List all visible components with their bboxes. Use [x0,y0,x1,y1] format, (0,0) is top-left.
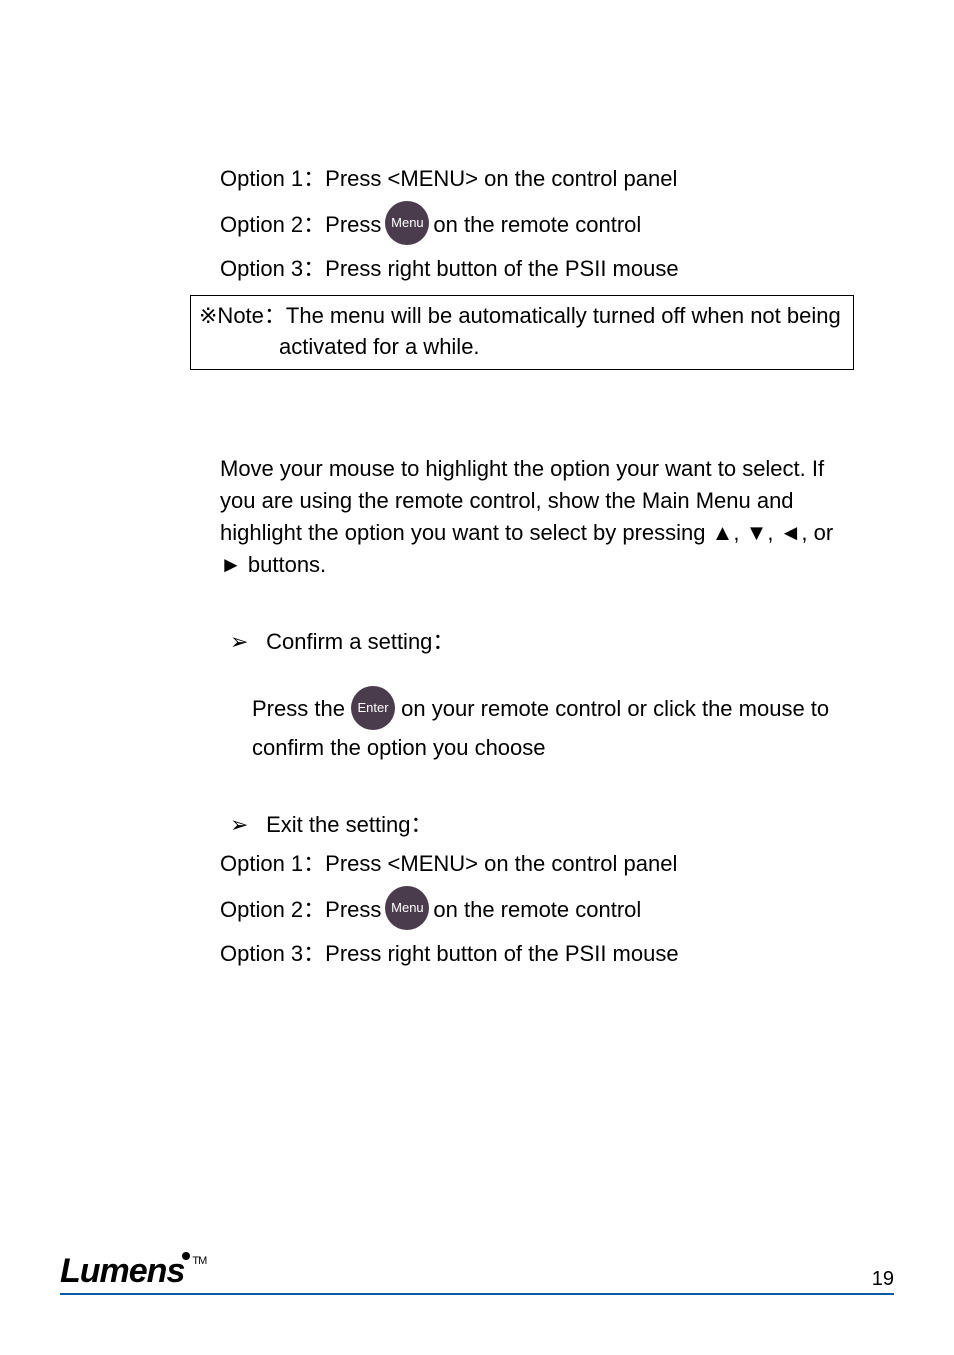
section-a-title: Show the Main Menu： [220,120,894,155]
note-line-1: ※Note：The menu will be automatically tur… [199,303,841,328]
logo-tm: TM [192,1255,206,1267]
lumens-logo: Lumens TM [60,1252,206,1291]
bullet-outline-icon: ➢ [230,626,260,658]
section-b-title: Make a selection in the Main Menu： [220,410,894,445]
option-1-a: Option 1：Press <MENU> on the control pan… [220,163,894,195]
exit-label: Exit the setting： [266,812,432,837]
logo-dot-icon [182,1252,190,1260]
exit-option-2-line: Option 2：Press Menu on the remote contro… [220,888,894,932]
section-b-para: Move your mouse to highlight the option … [220,453,854,581]
exit-bullet: ➢ Exit the setting： [230,809,894,841]
note-box: ※Note：The menu will be automatically tur… [190,295,854,371]
note-line-2: activated for a while. [279,331,845,363]
enter-button-icon: Enter [351,686,395,730]
exit-option-1: Option 1：Press <MENU> on the control pan… [220,848,894,880]
confirm-text: Press the Enter on your remote control o… [252,688,854,764]
confirm-text-a: Press the [252,695,351,720]
menu-button-icon: Menu [385,201,429,245]
page-footer: Lumens TM 19 [60,1252,894,1295]
exit-option-2-post: on the remote control [433,894,641,926]
menu-button-icon: Menu [385,886,429,930]
option-2-a-pre: Option 2：Press [220,209,381,241]
option-2-a-post: on the remote control [433,209,641,241]
logo-text: Lumens [60,1252,184,1290]
option-3-a: Option 3：Press right button of the PSII … [220,253,894,285]
option-2-a-line: Option 2：Press Menu on the remote contro… [220,203,894,247]
bullet-outline-icon: ➢ [230,809,260,841]
page-content: Show the Main Menu： Option 1：Press <MENU… [0,0,954,970]
confirm-bullet: ➢ Confirm a setting： [230,626,894,658]
confirm-label: Confirm a setting： [266,629,454,654]
page-number: 19 [872,1268,894,1291]
exit-option-3: Option 3：Press right button of the PSII … [220,938,894,970]
exit-option-2-pre: Option 2：Press [220,894,381,926]
